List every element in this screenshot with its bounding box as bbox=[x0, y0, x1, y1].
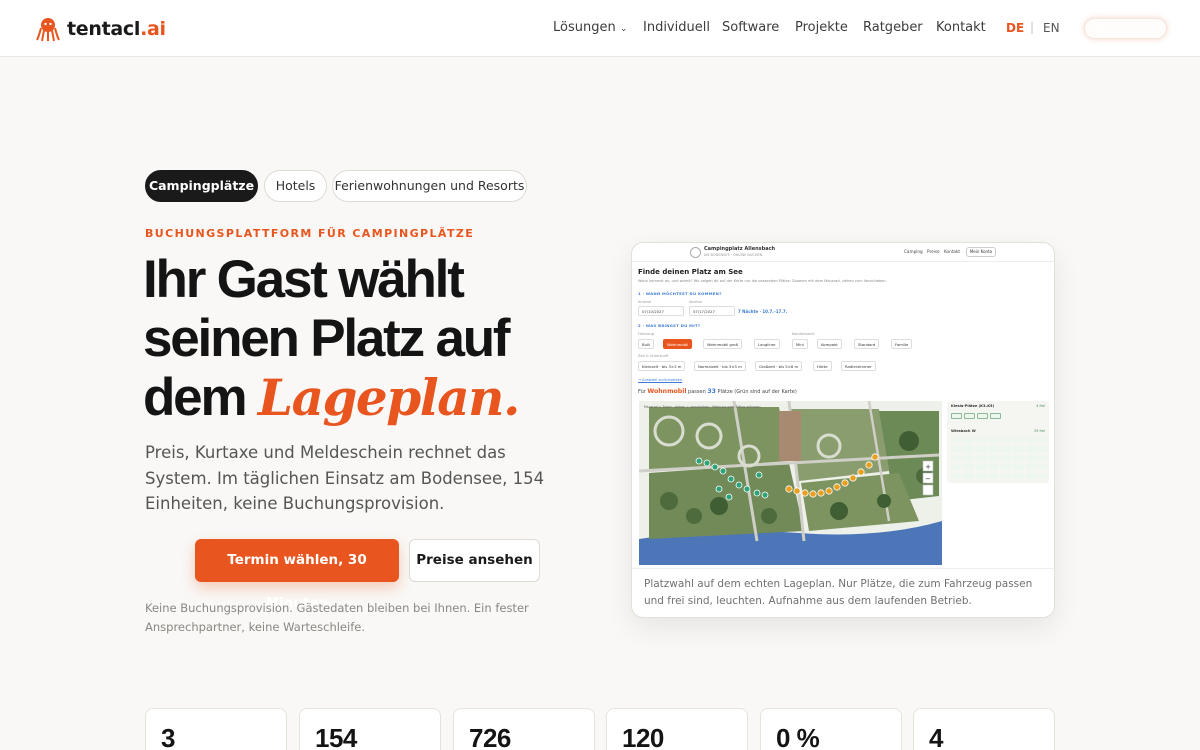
stat-card: 3 bbox=[145, 708, 287, 750]
caption-divider bbox=[632, 568, 1054, 569]
mini-step-2: 2 · WAS BRINGST DU MIT? bbox=[638, 323, 701, 328]
stat-value: 3 bbox=[161, 723, 175, 750]
stat-card: 0 % bbox=[760, 708, 902, 750]
top-navigation: tentacl.ai Lösungen ⌄ Individuell Softwa… bbox=[0, 0, 1200, 57]
mini-map-hint: Mausrad = Zoom · ziehen = verschieben · … bbox=[644, 405, 761, 409]
mini-slot bbox=[964, 413, 975, 419]
mini-brand: Campingplatz Allensbach bbox=[704, 246, 776, 252]
nav-link-projekte[interactable]: Projekte bbox=[795, 20, 848, 35]
mini-nav-kontakt: Kontakt bbox=[944, 249, 961, 254]
headline-accent: Lageplan. bbox=[257, 368, 520, 427]
hero-fineprint: Keine Buchungsprovision. Gästedaten blei… bbox=[145, 601, 529, 634]
mini-nav-preise: Preise bbox=[927, 249, 940, 254]
lang-de[interactable]: DE bbox=[1006, 21, 1024, 35]
mini-slot-grid bbox=[951, 437, 1047, 481]
mini-nav-camping: Camping bbox=[904, 249, 923, 254]
mini-chip-radlerzimmer: Radlerzimmer bbox=[841, 361, 876, 371]
tab-hotels[interactable]: Hotels bbox=[264, 170, 327, 202]
site-plan-map: + − bbox=[639, 401, 942, 565]
mini-side-title-1: Kiesla-Plätze (K3–K5) bbox=[951, 404, 995, 408]
mini-departure-label: Abreise bbox=[689, 300, 703, 304]
mini-account-button: Mein Konto bbox=[966, 247, 996, 257]
mini-chip-standard: Standard bbox=[854, 339, 880, 349]
stat-card: 726 bbox=[453, 708, 595, 750]
brand-wordmark: tentacl.ai bbox=[67, 18, 166, 40]
stat-value: 4 bbox=[929, 723, 943, 750]
mini-vehicle-label: Fahrzeug bbox=[638, 332, 654, 336]
mini-brand-sub: AM BODENSEE · ONLINE BUCHEN bbox=[704, 253, 763, 257]
mini-slot bbox=[951, 413, 962, 419]
octopus-icon bbox=[36, 18, 60, 42]
product-screenshot-card: Campingplatz Allensbach AM BODENSEE · ON… bbox=[631, 242, 1055, 618]
see-prices-button[interactable]: Preise ansehen bbox=[409, 539, 540, 582]
mini-side-title-2: Wiesbach W bbox=[951, 429, 976, 433]
mini-title: Finde deinen Platz am See bbox=[638, 268, 743, 276]
mini-chip-huette: Hütte bbox=[813, 361, 832, 371]
chevron-down-icon: ⌄ bbox=[619, 24, 628, 34]
mini-chip-grosszelt: Großzelt · bis 5×8 m bbox=[755, 361, 803, 371]
mini-chip-normalzelt: Normalzelt · bis 3×5 m bbox=[694, 361, 746, 371]
mini-chip-langliner: Langliner bbox=[754, 339, 780, 349]
mini-fit-summary: Für Wohnmobil passen 33 Plätze (Grün sin… bbox=[638, 388, 797, 395]
stat-value: 0 % bbox=[776, 723, 820, 750]
mini-arrival-label: Anreise bbox=[638, 300, 652, 304]
mini-comfort-label: Komfortstufe bbox=[792, 332, 815, 336]
hero-eyebrow: BUCHUNGSPLATTFORM FÜR CAMPINGPLÄTZE bbox=[145, 227, 475, 240]
mini-header: Campingplatz Allensbach AM BODENSEE · ON… bbox=[632, 243, 1054, 262]
stat-card: 154 bbox=[299, 708, 441, 750]
stat-value: 154 bbox=[315, 723, 357, 750]
lang-divider: | bbox=[1030, 20, 1035, 34]
mini-chip-kompakt: Kompakt bbox=[817, 339, 842, 349]
stat-value: 120 bbox=[622, 723, 664, 750]
stat-card: 120 bbox=[606, 708, 748, 750]
mini-side-panel: Kiesla-Plätze (K3–K5) 4 frei Wiesbach W … bbox=[947, 401, 1049, 483]
lang-en[interactable]: EN bbox=[1043, 21, 1060, 35]
nav-link-individuell[interactable]: Individuell bbox=[643, 20, 710, 35]
nav-link-kontakt[interactable]: Kontakt bbox=[936, 20, 986, 35]
tab-ferienwohnungen[interactable]: Ferienwohnungen und Resorts bbox=[332, 170, 527, 202]
svg-text:+: + bbox=[925, 463, 931, 471]
mini-size-label: Zelt & Unterkunft bbox=[638, 354, 669, 358]
mini-departure-input: 07/17/2027 bbox=[689, 306, 735, 316]
mini-slot bbox=[990, 413, 1001, 419]
mini-chip-mini: Mini bbox=[792, 339, 808, 349]
mini-logo-icon bbox=[690, 247, 701, 258]
mini-arrival-input: 07/10/2027 bbox=[638, 306, 684, 316]
nav-book-button[interactable]: Termin buchen bbox=[1084, 18, 1167, 39]
brand-logo[interactable]: tentacl.ai bbox=[35, 15, 166, 43]
stat-value: 726 bbox=[469, 723, 511, 750]
mini-side-count-2: 29 frei bbox=[1034, 429, 1045, 433]
mini-chip-familie: Familie bbox=[891, 339, 913, 349]
mini-chip-bulli: Bulli bbox=[638, 339, 655, 349]
mini-intro: Wann kommst du, und womit? Wir zeigen di… bbox=[638, 279, 887, 283]
svg-text:−: − bbox=[925, 475, 931, 483]
mini-nights: 7 Nächte · 10.7.–17.7. bbox=[738, 309, 788, 314]
mini-reset-link: → Auswahl zurücksetzen bbox=[638, 378, 683, 382]
hero-headline: Ihr Gast wählt seinen Platz auf dem Lage… bbox=[143, 250, 520, 427]
mini-slot bbox=[977, 413, 988, 419]
mini-chip-kleinzelt: Kleinzelt · bis 3×3 m bbox=[638, 361, 686, 371]
mini-chip-wohnmobil-gross: Wohnmobil groß bbox=[703, 339, 743, 349]
nav-link-loesungen[interactable]: Lösungen ⌄ bbox=[553, 20, 627, 35]
nav-link-software[interactable]: Software bbox=[722, 20, 779, 35]
mini-side-count-1: 4 frei bbox=[1036, 404, 1045, 408]
mini-step-1: 1 · WANN MÖCHTEST DU KOMMEN? bbox=[638, 291, 722, 296]
mini-chip-wohnmobil: Wohnmobil bbox=[663, 339, 693, 349]
book-call-button[interactable]: Termin wählen, 30 Minuten bbox=[195, 539, 399, 611]
hero-lede: Preis, Kurtaxe und Meldeschein rechnet d… bbox=[145, 443, 545, 513]
screenshot-caption: Platzwahl auf dem echten Lageplan. Nur P… bbox=[644, 578, 1033, 607]
stat-card: 4 bbox=[913, 708, 1055, 750]
tab-campingplaetze[interactable]: Campingplätze bbox=[145, 170, 258, 202]
nav-link-ratgeber[interactable]: Ratgeber bbox=[863, 20, 923, 35]
